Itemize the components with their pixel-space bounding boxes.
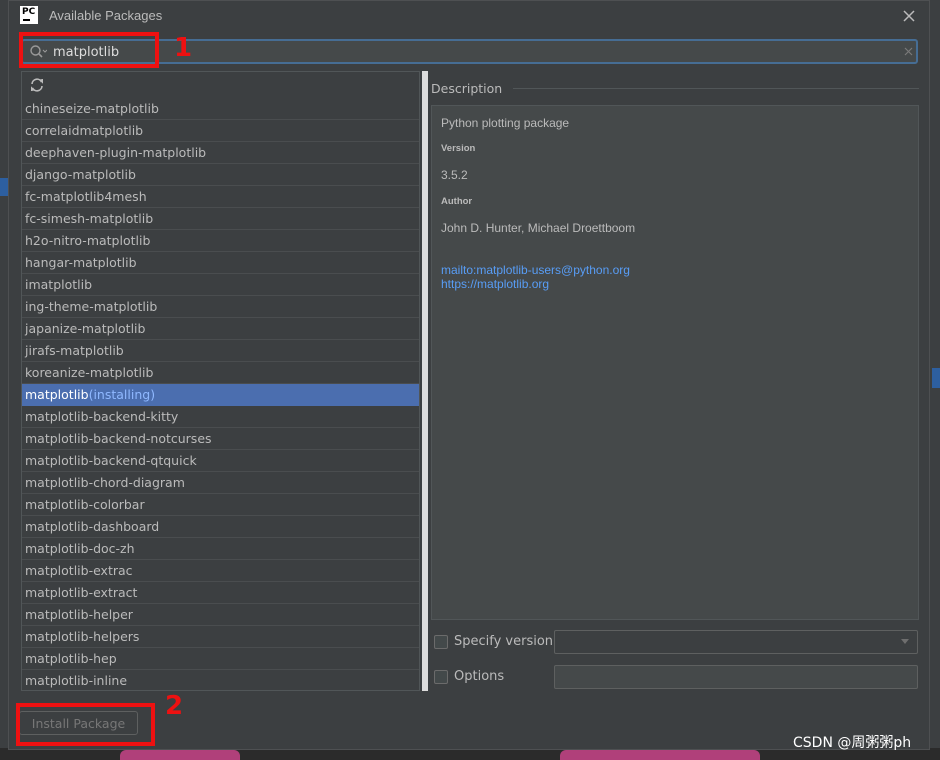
package-name: ing-theme-matplotlib [25, 299, 158, 314]
dialog-title: Available Packages [49, 8, 163, 23]
package-row[interactable]: fc-matplotlib4mesh [22, 186, 419, 208]
options-label: Options [454, 669, 505, 684]
package-row[interactable]: ing-theme-matplotlib [22, 296, 419, 318]
homepage-link[interactable]: https://matplotlib.org [441, 277, 549, 291]
annotation-box-1 [19, 32, 159, 68]
package-name: h2o-nitro-matplotlib [25, 233, 151, 248]
package-row[interactable]: matplotlib-helpers [22, 626, 419, 648]
package-row[interactable]: matplotlib-dashboard [22, 516, 419, 538]
package-name: matplotlib-chord-diagram [25, 475, 185, 490]
options-checkbox[interactable] [434, 670, 448, 684]
package-name: matplotlib-doc-zh [25, 541, 135, 556]
description-divider [513, 88, 919, 89]
package-name: matplotlib-extrac [25, 563, 133, 578]
package-row[interactable]: matplotlib-extrac [22, 560, 419, 582]
description-box: Python plotting package Version 3.5.2 Au… [431, 105, 919, 620]
package-row[interactable]: fc-simesh-matplotlib [22, 208, 419, 230]
available-packages-dialog: PC Available Packages matplotlib chinese… [8, 0, 930, 750]
package-row[interactable]: matplotlib(installing) [22, 384, 419, 406]
package-row[interactable]: matplotlib-extract [22, 582, 419, 604]
version-select[interactable] [554, 630, 918, 654]
package-name: correlaidmatplotlib [25, 123, 144, 138]
package-row[interactable]: matplotlib-hep [22, 648, 419, 670]
package-row[interactable]: matplotlib-chord-diagram [22, 472, 419, 494]
package-list: chineseize-matplotlib correlaidmatplotlib… [22, 98, 419, 690]
package-summary: Python plotting package [441, 116, 570, 130]
package-list-panel: chineseize-matplotlib correlaidmatplotlib… [21, 71, 420, 691]
package-name: matplotlib-inline [25, 673, 128, 688]
package-list-toolbar [22, 72, 419, 98]
annotation-number-1: 1 [174, 33, 193, 63]
package-name: matplotlib [25, 387, 89, 402]
clear-search-button[interactable] [901, 44, 915, 58]
package-row[interactable]: deephaven-plugin-matplotlib [22, 142, 419, 164]
package-row[interactable]: matplotlib-doc-zh [22, 538, 419, 560]
background-image-strip-2 [560, 750, 760, 760]
email-link[interactable]: mailto:matplotlib-users@python.org [441, 263, 630, 277]
package-name: imatplotlib [25, 277, 93, 292]
package-row[interactable]: h2o-nitro-matplotlib [22, 230, 419, 252]
title-bar: PC Available Packages [9, 1, 929, 31]
package-row[interactable]: matplotlib-inline [22, 670, 419, 690]
package-row[interactable]: matplotlib-backend-kitty [22, 406, 419, 428]
package-name: matplotlib-backend-kitty [25, 409, 179, 424]
package-name: chineseize-matplotlib [25, 101, 159, 116]
package-name: hangar-matplotlib [25, 255, 137, 270]
package-name: jirafs-matplotlib [25, 343, 124, 358]
close-button[interactable] [899, 6, 919, 26]
package-row[interactable]: japanize-matplotlib [22, 318, 419, 340]
package-name: matplotlib-backend-qtquick [25, 453, 197, 468]
background-ide-tab-right [932, 368, 940, 388]
package-row[interactable]: matplotlib-backend-qtquick [22, 450, 419, 472]
package-name: deephaven-plugin-matplotlib [25, 145, 207, 160]
refresh-icon[interactable] [29, 77, 45, 93]
package-name: matplotlib-helper [25, 607, 133, 622]
package-name: japanize-matplotlib [25, 321, 146, 336]
version-label: Version [441, 143, 476, 154]
package-row[interactable]: koreanize-matplotlib [22, 362, 419, 384]
options-input[interactable] [554, 665, 918, 689]
specify-version-checkbox[interactable] [434, 635, 448, 649]
package-row[interactable]: hangar-matplotlib [22, 252, 419, 274]
author-label: Author [441, 196, 473, 207]
description-heading: Description [431, 81, 503, 96]
package-name: matplotlib-hep [25, 651, 117, 666]
package-row[interactable]: jirafs-matplotlib [22, 340, 419, 362]
background-ide-tab [0, 178, 8, 196]
specify-version-label: Specify version [454, 634, 554, 649]
package-name: matplotlib-colorbar [25, 497, 145, 512]
annotation-number-2: 2 [165, 691, 184, 721]
package-name: matplotlib-dashboard [25, 519, 160, 534]
package-row[interactable]: django-matplotlib [22, 164, 419, 186]
package-name: django-matplotlib [25, 167, 136, 182]
package-status: (installing) [88, 387, 156, 402]
package-name: matplotlib-backend-notcurses [25, 431, 212, 446]
background-image-strip [120, 750, 240, 760]
package-name: fc-matplotlib4mesh [25, 189, 147, 204]
chevron-down-icon [901, 639, 909, 644]
annotation-box-2 [16, 703, 155, 746]
watermark-text: CSDN @周粥粥ph [793, 735, 912, 751]
package-row[interactable]: matplotlib-helper [22, 604, 419, 626]
package-name: fc-simesh-matplotlib [25, 211, 154, 226]
close-icon [903, 10, 915, 22]
package-row[interactable]: matplotlib-colorbar [22, 494, 419, 516]
package-name: koreanize-matplotlib [25, 365, 154, 380]
pycharm-logo-icon: PC [20, 6, 38, 24]
package-row[interactable]: chineseize-matplotlib [22, 98, 419, 120]
clear-icon [904, 47, 912, 55]
package-name: matplotlib-extract [25, 585, 138, 600]
author-value: John D. Hunter, Michael Droettboom [441, 221, 636, 235]
version-value: 3.5.2 [441, 168, 468, 182]
package-row[interactable]: matplotlib-backend-notcurses [22, 428, 419, 450]
package-name: matplotlib-helpers [25, 629, 140, 644]
panel-splitter[interactable] [422, 71, 428, 691]
package-row[interactable]: correlaidmatplotlib [22, 120, 419, 142]
package-row[interactable]: imatplotlib [22, 274, 419, 296]
